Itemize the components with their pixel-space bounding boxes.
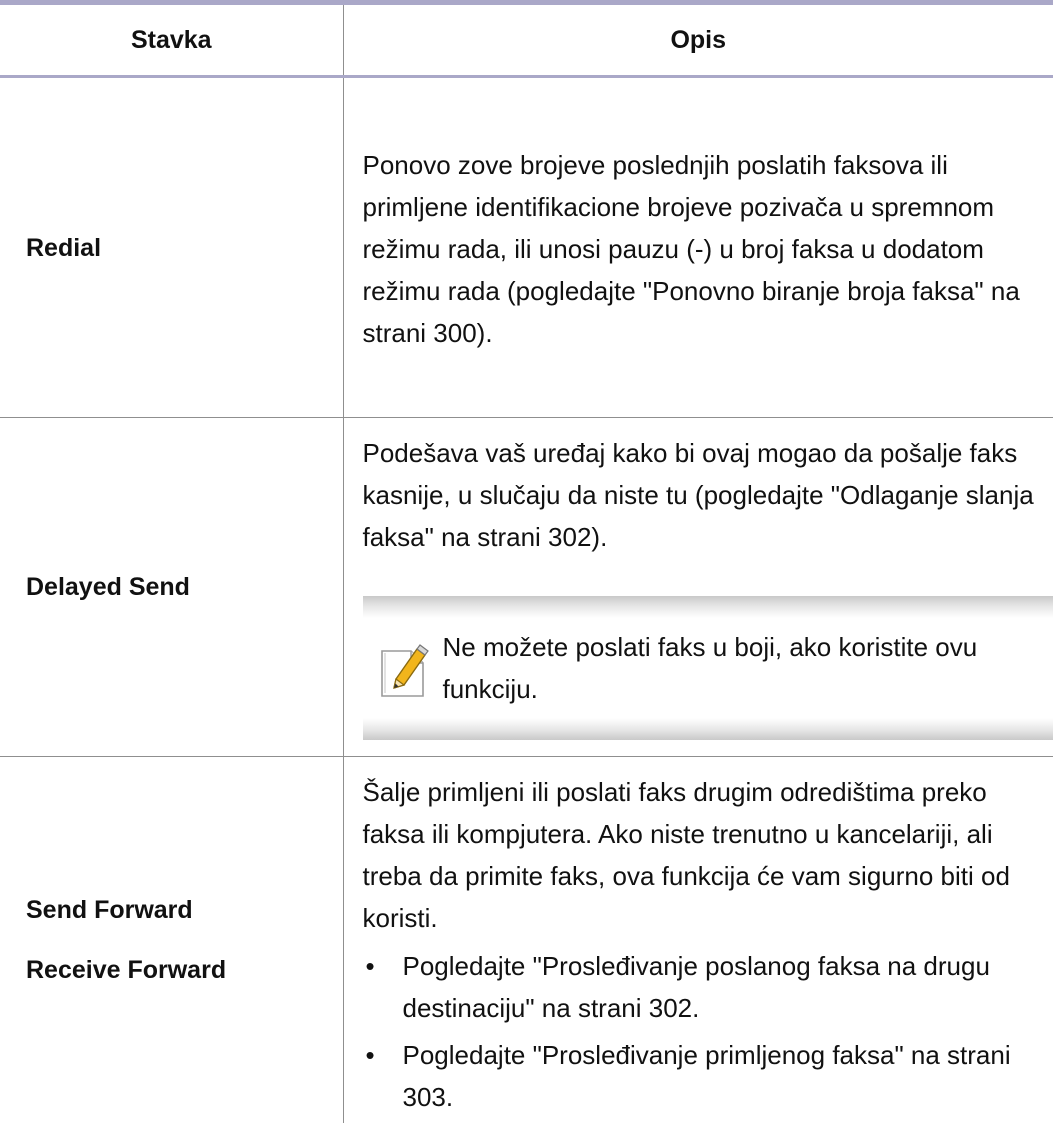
item-name-forward: Send Forward Receive Forward (0, 757, 343, 1123)
item-label-receive-forward: Receive Forward (26, 942, 343, 998)
list-item-text: Pogledajte "Prosleđivanje primljenog fak… (403, 1040, 1011, 1112)
table-header-row: Stavka Opis (0, 3, 1053, 77)
list-item: • Pogledajte "Prosleđivanje poslanog fak… (363, 945, 1053, 1029)
table-row-delayed-send: Delayed Send Podešava vaš uređaj kako bi… (0, 418, 1053, 757)
item-description-forward: Šalje primljeni ili poslati faks drugim … (343, 757, 1053, 1123)
item-label-send-forward: Send Forward (26, 882, 343, 938)
column-header-item: Stavka (0, 3, 343, 77)
item-name-delayed-send: Delayed Send (0, 418, 343, 757)
item-description-delayed-send: Podešava vaš uređaj kako bi ovaj mogao d… (343, 418, 1053, 757)
column-header-description: Opis (343, 3, 1053, 77)
item-name-redial: Redial (0, 77, 343, 418)
item-label: Redial (26, 234, 101, 262)
reference-list: • Pogledajte "Prosleđivanje poslanog fak… (363, 945, 1053, 1118)
item-label: Delayed Send (26, 573, 190, 601)
table-row-redial: Redial Ponovo zove brojeve poslednjih po… (0, 77, 1053, 418)
bullet-icon: • (366, 945, 375, 987)
item-description-redial: Ponovo zove brojeve poslednjih poslatih … (343, 77, 1053, 418)
description-text: Podešava vaš uređaj kako bi ovaj mogao d… (363, 432, 1053, 558)
note-pencil-icon (379, 643, 429, 699)
table-row-forward: Send Forward Receive Forward Šalje priml… (0, 757, 1053, 1123)
bullet-icon: • (366, 1034, 375, 1076)
note-box: Ne možete poslati faks u boji, ako koris… (363, 596, 1053, 740)
menu-options-table: Stavka Opis Redial Ponovo zove brojeve p… (0, 0, 1053, 1123)
page: Stavka Opis Redial Ponovo zove brojeve p… (0, 0, 1053, 1034)
description-text: Ponovo zove brojeve poslednjih poslatih … (363, 142, 1053, 354)
list-item-text: Pogledajte "Prosleđivanje poslanog faksa… (403, 951, 990, 1023)
description-text: Šalje primljeni ili poslati faks drugim … (363, 771, 1053, 939)
note-text: Ne možete poslati faks u boji, ako koris… (443, 626, 983, 710)
list-item: • Pogledajte "Prosleđivanje primljenog f… (363, 1034, 1053, 1118)
